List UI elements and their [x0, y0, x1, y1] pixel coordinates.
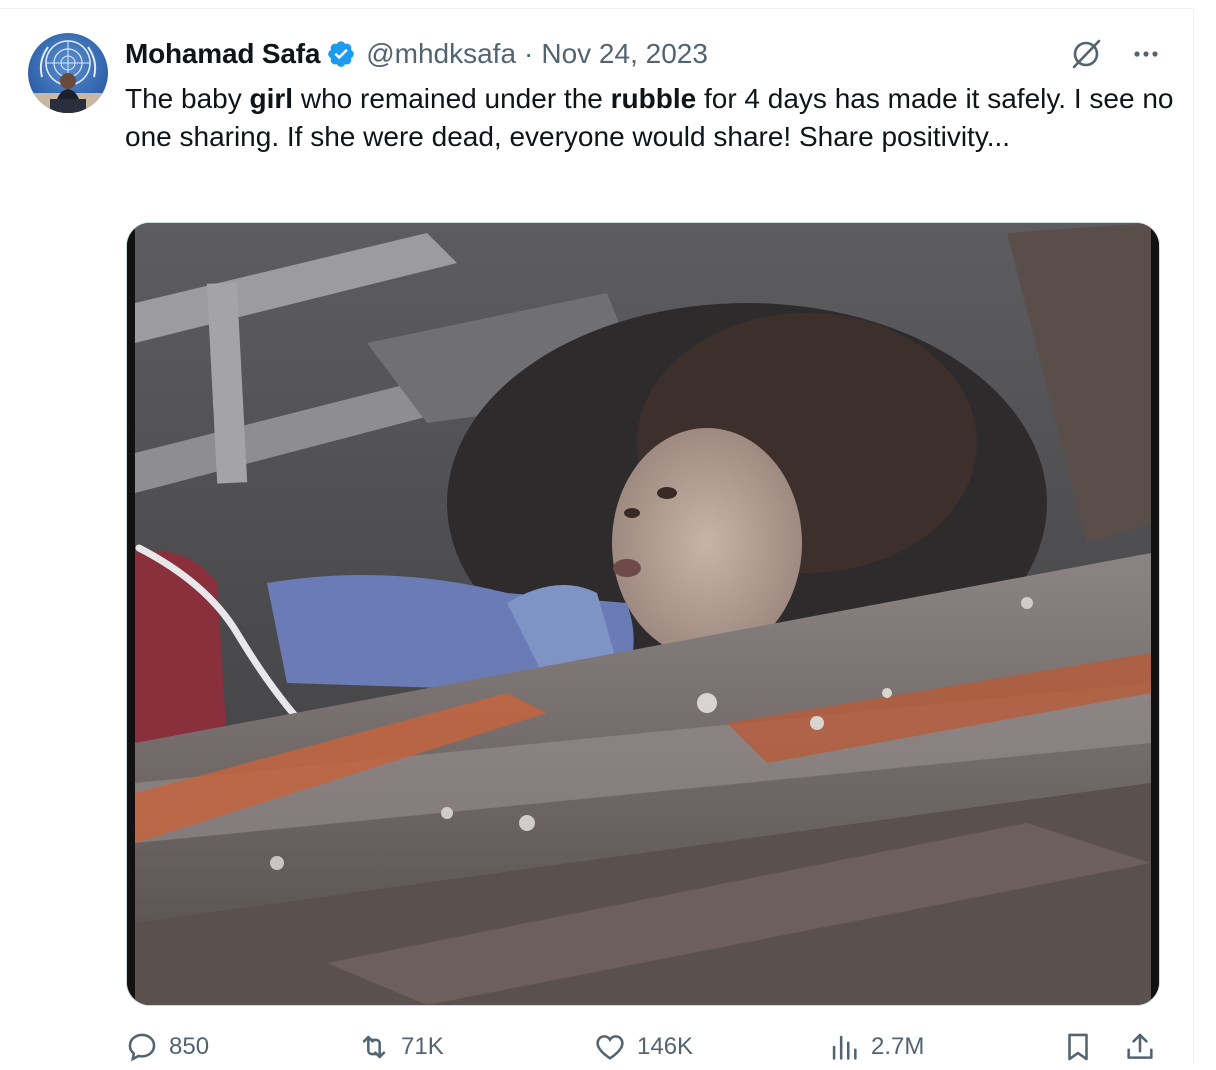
bookmark-button[interactable] [1061, 1030, 1095, 1064]
views-count: 2.7M [871, 1033, 925, 1060]
tweet-action-bar: 850 71K 146K 2.7M [125, 1030, 1165, 1070]
tweet-header: Mohamad Safa @mhdksafa · Nov 24, 2023 [125, 34, 708, 74]
tweet-top-actions [1068, 36, 1164, 72]
tweet-text-segment: who remained under the [293, 83, 611, 114]
views-icon [832, 1035, 857, 1060]
verified-badge-icon[interactable] [326, 39, 356, 69]
tweet-text-bold-segment[interactable]: rubble [611, 83, 697, 114]
grok-icon[interactable] [1068, 36, 1104, 72]
reply-icon [128, 1033, 156, 1062]
reply-count: 850 [169, 1033, 210, 1060]
like-button[interactable]: 146K [593, 1030, 693, 1064]
views-button[interactable]: 2.7M [827, 1030, 924, 1064]
tweet-text: The baby girl who remained under the rub… [125, 80, 1185, 156]
more-icon[interactable] [1128, 36, 1164, 72]
avatar[interactable] [28, 33, 108, 113]
avatar-image [28, 40, 108, 113]
author-handle[interactable]: @mhdksafa [366, 38, 516, 70]
retweet-count: 71K [401, 1033, 444, 1060]
tweet-text-bold-segment[interactable]: girl [250, 83, 294, 114]
retweet-button[interactable]: 71K [357, 1030, 444, 1064]
share-icon [1127, 1033, 1153, 1059]
author-name[interactable]: Mohamad Safa [125, 38, 320, 70]
tweet-text-segment: The baby [125, 83, 250, 114]
reply-button[interactable]: 850 [125, 1030, 209, 1064]
top-divider [0, 8, 1194, 9]
tweet-media[interactable] [126, 222, 1160, 1006]
rubble-video-frame [127, 223, 1159, 1005]
like-count: 146K [637, 1033, 694, 1060]
separator: · [524, 38, 534, 69]
retweet-icon [362, 1035, 386, 1059]
right-divider [1193, 8, 1194, 1064]
tweet-date[interactable]: Nov 24, 2023 [541, 38, 708, 70]
like-icon [596, 1035, 624, 1060]
bookmark-icon [1068, 1033, 1088, 1061]
share-button[interactable] [1123, 1030, 1157, 1064]
